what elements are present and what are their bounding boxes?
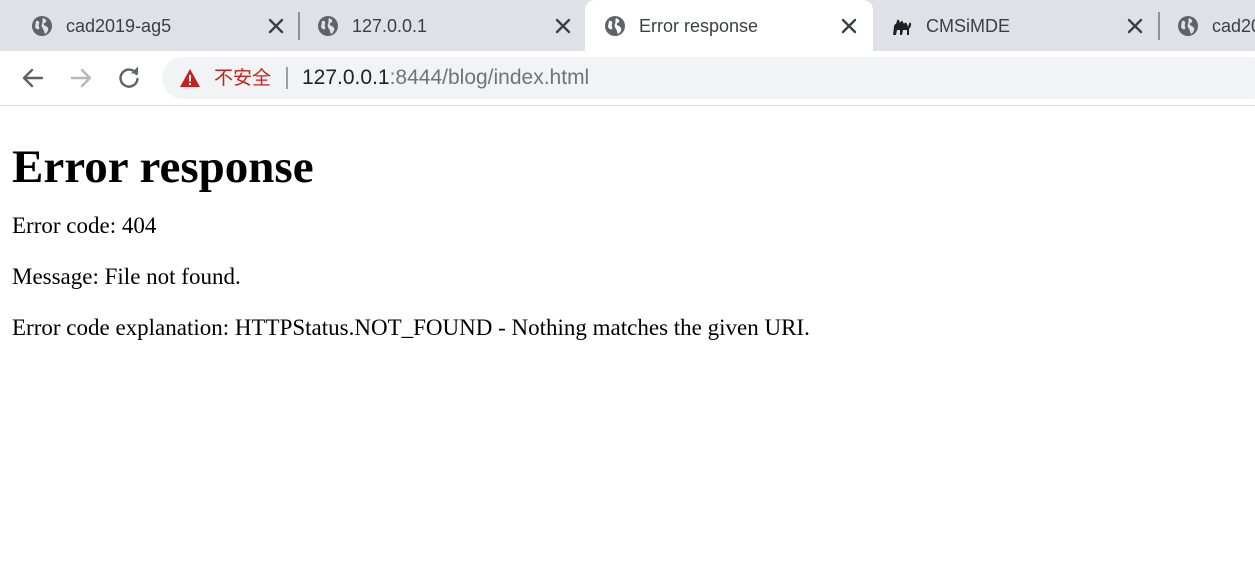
globe-icon [32,16,52,36]
close-icon[interactable] [1124,15,1146,37]
tab-title: cad2019 [1212,16,1255,36]
close-icon[interactable] [265,15,287,37]
globe-icon [605,16,625,36]
warning-icon[interactable] [179,68,201,88]
error-explanation-text: Error code explanation: HTTPStatus.NOT_F… [12,315,810,340]
globe-icon [1178,16,1198,36]
tab-error-response[interactable]: Error response [585,0,873,51]
url-host: 127.0.0.1 [302,66,390,89]
tab-cad2019[interactable]: cad2019 [1159,0,1255,51]
close-icon[interactable] [838,15,860,37]
tab-title: cad2019-ag5 [66,16,172,36]
reload-icon[interactable] [115,64,143,92]
page-content: Error response Error code: 404 Message: … [12,106,1242,342]
omnibox-divider [286,67,288,89]
tab-cad2019-ag5[interactable]: cad2019-ag5 [0,0,299,51]
url-text[interactable]: 127.0.0.1:8444/blog/index.html [302,66,589,90]
error-message-text: Message: File not found. [12,264,241,289]
tab-cmsimde[interactable]: CMSiMDE [873,0,1159,51]
tab-127-0-0-1[interactable]: 127.0.0.1 [286,0,585,51]
globe-icon [318,16,338,36]
tab-strip: cad2019-ag5 127.0.0.1 Error response CMS… [0,0,1255,51]
close-icon[interactable] [552,15,574,37]
tab-title: CMSiMDE [926,16,1010,36]
security-label[interactable]: 不安全 [214,66,271,90]
url-path: :8444/blog/index.html [389,66,590,89]
address-bar[interactable]: 不安全 127.0.0.1:8444/blog/index.html [162,57,1255,99]
forward-arrow-icon[interactable] [67,64,95,92]
page-title: Error response [12,141,314,193]
browser-toolbar: 不安全 127.0.0.1:8444/blog/index.html [0,51,1255,106]
tab-title: 127.0.0.1 [352,16,428,36]
error-code-text: Error code: 404 [12,213,157,238]
tab-title: Error response [639,16,759,36]
back-arrow-icon[interactable] [19,64,47,92]
camel-icon [893,19,911,35]
